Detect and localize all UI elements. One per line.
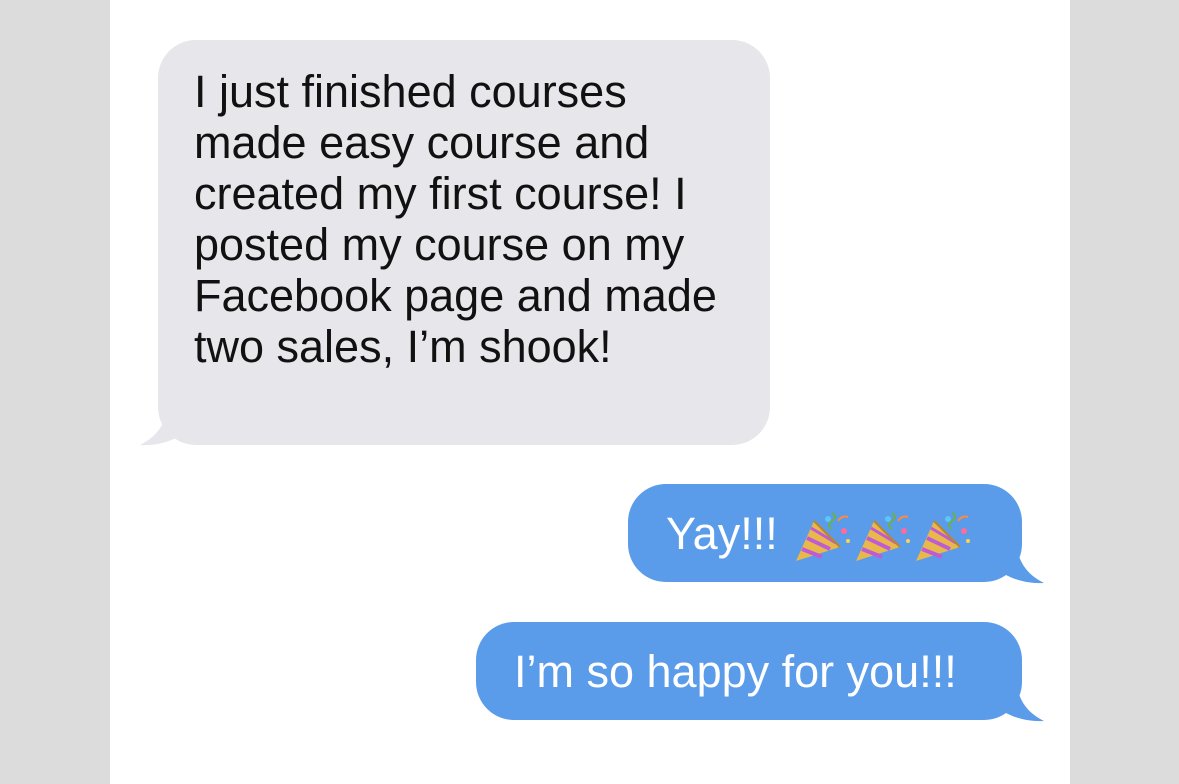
party-popper-icon (795, 512, 850, 562)
received-message[interactable]: I just finished courses made easy course… (140, 40, 770, 446)
party-popper-icon (915, 512, 970, 562)
right-margin (1070, 0, 1179, 784)
sent-bubble: Yay!!! (628, 484, 1022, 582)
message-text: Yay!!! (666, 508, 778, 559)
message-thread[interactable]: I just finished courses made easy course… (110, 0, 1070, 784)
party-popper-icon (855, 512, 910, 562)
message-text: I’m so happy for you!!! (514, 646, 957, 697)
emoji-group (792, 509, 972, 565)
sent-message[interactable]: Yay!!! (628, 484, 1044, 584)
sent-bubble: I’m so happy for you!!! (476, 622, 1022, 720)
left-margin (0, 0, 110, 784)
sent-message[interactable]: I’m so happy for you!!! (476, 622, 1044, 722)
message-text: I just finished courses made easy course… (194, 66, 717, 372)
received-bubble: I just finished courses made easy course… (158, 40, 770, 445)
